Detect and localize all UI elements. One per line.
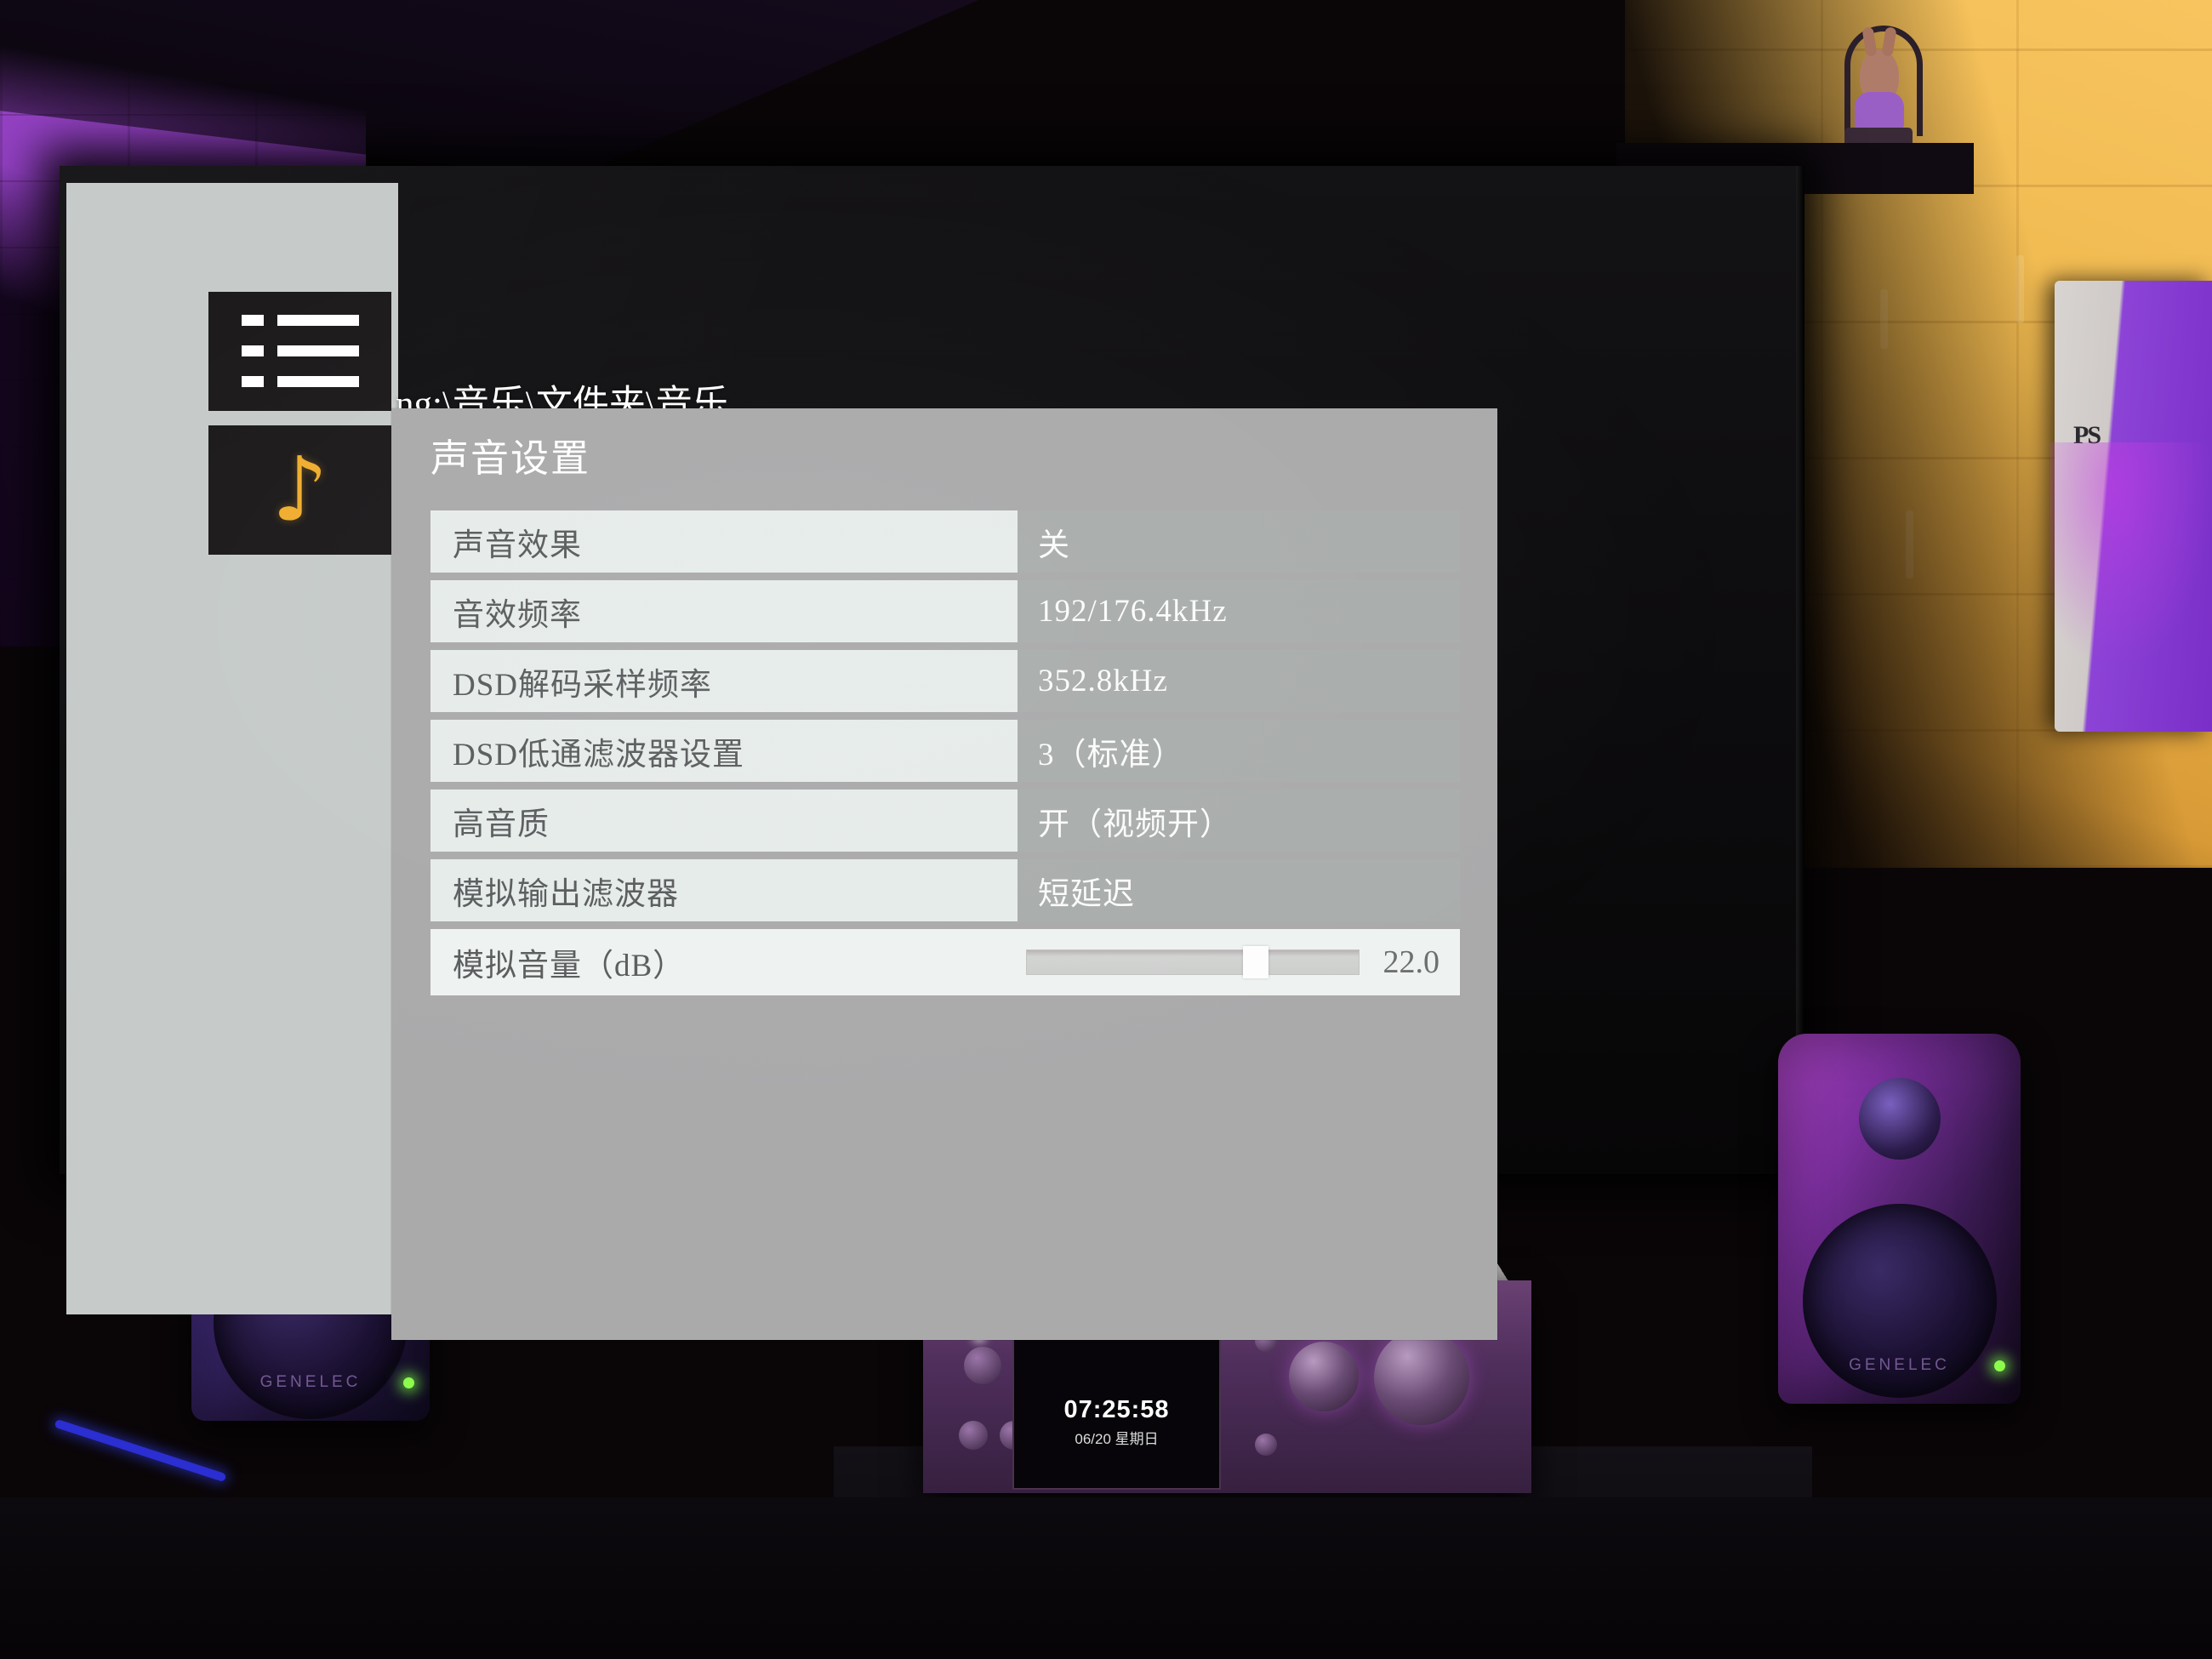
analog-volume-slider[interactable] (1026, 946, 1360, 978)
setting-label: 高音质 (430, 790, 1018, 852)
table-row[interactable]: 声音效果 关 (430, 510, 1460, 573)
bunny-body (1855, 92, 1904, 133)
setting-label: 音效频率 (430, 580, 1018, 642)
list-icon (241, 315, 359, 388)
slider-track[interactable] (1026, 949, 1360, 975)
tv-on-screen-display: ♪ ng:\音乐\文件夹\音乐 声音设置 声音效果 关 音效频率 192/176… (60, 170, 1799, 1340)
table-row[interactable]: 音效频率 192/176.4kHz (430, 580, 1460, 642)
table-row[interactable]: 模拟输出滤波器 短延迟 (430, 859, 1460, 921)
sidebar-item-music[interactable]: ♪ (208, 425, 391, 555)
list-icon-bar (276, 345, 359, 356)
setting-value[interactable]: 开（视频开） (1018, 790, 1460, 852)
amplifier-jack-left[interactable] (959, 1421, 988, 1450)
table-row[interactable]: 高音质 开（视频开） (430, 790, 1460, 852)
list-icon-bar (276, 315, 359, 326)
setting-value[interactable]: 短延迟 (1018, 859, 1460, 921)
table-row[interactable]: DSD解码采样频率 352.8kHz (430, 650, 1460, 712)
console-glow (2050, 442, 2212, 672)
speaker-brand-label: GENELEC (1849, 1356, 1950, 1374)
amplifier-small-button-bottom[interactable] (1255, 1434, 1277, 1456)
music-note-icon: ♪ (271, 437, 328, 542)
setting-label: 模拟输出滤波器 (430, 859, 1018, 921)
setting-label: DSD低通滤波器设置 (430, 720, 1018, 782)
settings-row-list: 声音效果 关 音效频率 192/176.4kHz DSD解码采样频率 352.8… (430, 510, 1460, 1003)
speaker-power-led (1994, 1360, 2005, 1371)
slider-thumb[interactable] (1243, 946, 1269, 978)
setting-value[interactable]: 352.8kHz (1018, 650, 1460, 712)
list-icon-dot (241, 345, 264, 356)
setting-label: 声音效果 (430, 510, 1018, 573)
amplifier-source-knob[interactable] (1289, 1342, 1359, 1411)
amplifier-lcd-display: 07:25:58 06/20 星期日 (1012, 1328, 1221, 1490)
setting-value[interactable]: 192/176.4kHz (1018, 580, 1460, 642)
setting-label: DSD解码采样频率 (430, 650, 1018, 712)
sidebar-panel: ♪ (66, 183, 398, 1314)
sidebar-item-list[interactable] (208, 292, 391, 411)
tweeter-driver (1858, 1078, 1941, 1160)
table-row[interactable]: DSD低通滤波器设置 3（标准） (430, 720, 1460, 782)
list-icon-dot (241, 376, 264, 387)
desk-surface (0, 1497, 2212, 1659)
speaker-power-led (403, 1377, 414, 1388)
dialog-title: 声音设置 (430, 437, 591, 480)
cable (54, 1418, 227, 1483)
list-icon-bar (276, 376, 359, 387)
setting-value[interactable]: 关 (1018, 510, 1460, 573)
table-row-volume[interactable]: 模拟音量（dB） 22.0 (430, 929, 1460, 995)
amplifier-power-button[interactable] (964, 1347, 1001, 1384)
volume-value: 22.0 (1382, 944, 1440, 980)
speaker-right: GENELEC (1778, 1034, 2021, 1404)
list-icon-dot (241, 315, 264, 326)
amplifier-volume-knob[interactable] (1374, 1330, 1469, 1425)
setting-value[interactable]: 3（标准） (1018, 720, 1460, 782)
lcd-time-text: 07:25:58 (1063, 1396, 1170, 1423)
speaker-brand-label: GENELEC (259, 1373, 362, 1391)
lcd-date-text: 06/20 星期日 (1075, 1431, 1159, 1447)
sound-settings-dialog: 声音设置 声音效果 关 音效频率 192/176.4kHz DSD解码采样频率 … (391, 408, 1497, 1340)
